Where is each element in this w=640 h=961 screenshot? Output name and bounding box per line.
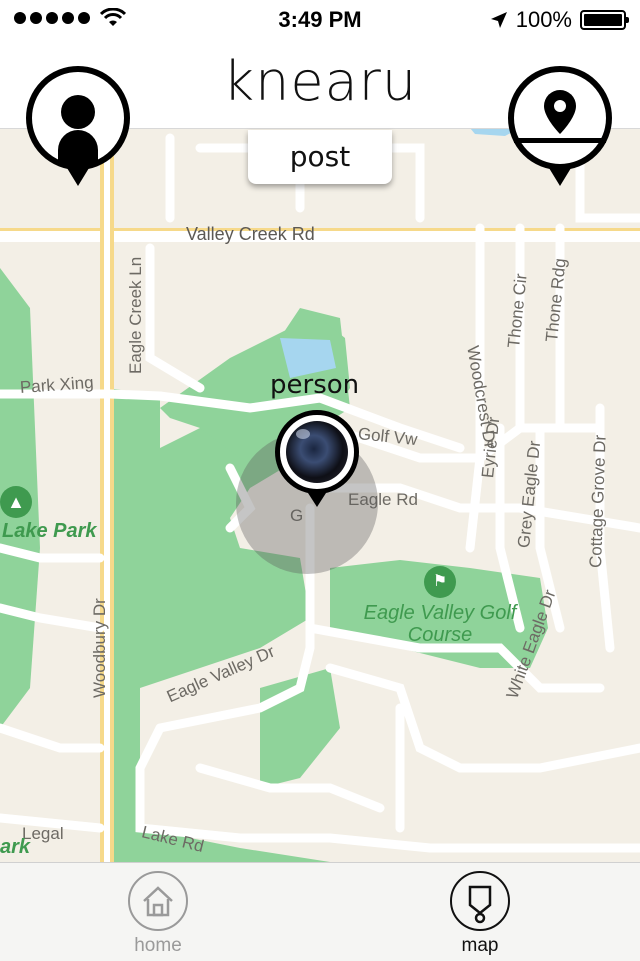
- location-arrow-icon: [490, 12, 507, 28]
- map-pin-icon: [514, 90, 606, 143]
- golf-course-label: Eagle Valley Golf Course: [350, 602, 530, 646]
- tab-home-label: home: [134, 935, 182, 956]
- golf-course-label-line1: Eagle Valley Golf: [363, 602, 517, 624]
- person-marker[interactable]: [275, 410, 359, 507]
- person-icon: [58, 95, 98, 164]
- golf-course-label-line2: Course: [407, 624, 473, 646]
- battery-icon: [580, 10, 629, 30]
- tab-map-label: map: [461, 935, 499, 956]
- status-right: 100%: [490, 7, 629, 33]
- battery-percent: 100%: [515, 7, 572, 32]
- home-icon: [128, 871, 188, 931]
- location-button[interactable]: [508, 66, 612, 186]
- park-label: Lake Park: [2, 520, 97, 542]
- road-label: Valley Creek Rd: [186, 224, 315, 244]
- road-label: Woodbury Dr: [90, 598, 109, 698]
- park-label: ark: [0, 836, 31, 858]
- person-avatar: [286, 421, 348, 483]
- road-label: Eagle Creek Ln: [126, 256, 145, 374]
- map-icon: [450, 871, 510, 931]
- person-label: person: [270, 370, 360, 400]
- tab-map[interactable]: map: [420, 863, 540, 961]
- profile-button[interactable]: [26, 66, 130, 186]
- tab-home[interactable]: home: [98, 863, 218, 961]
- golf-flag-icon: ⚑: [424, 566, 456, 598]
- tab-bar: home map: [0, 862, 640, 961]
- status-bar: 3:49 PM 100%: [0, 0, 640, 40]
- post-button[interactable]: post: [248, 130, 392, 184]
- park-tree-icon: ▲: [0, 486, 32, 518]
